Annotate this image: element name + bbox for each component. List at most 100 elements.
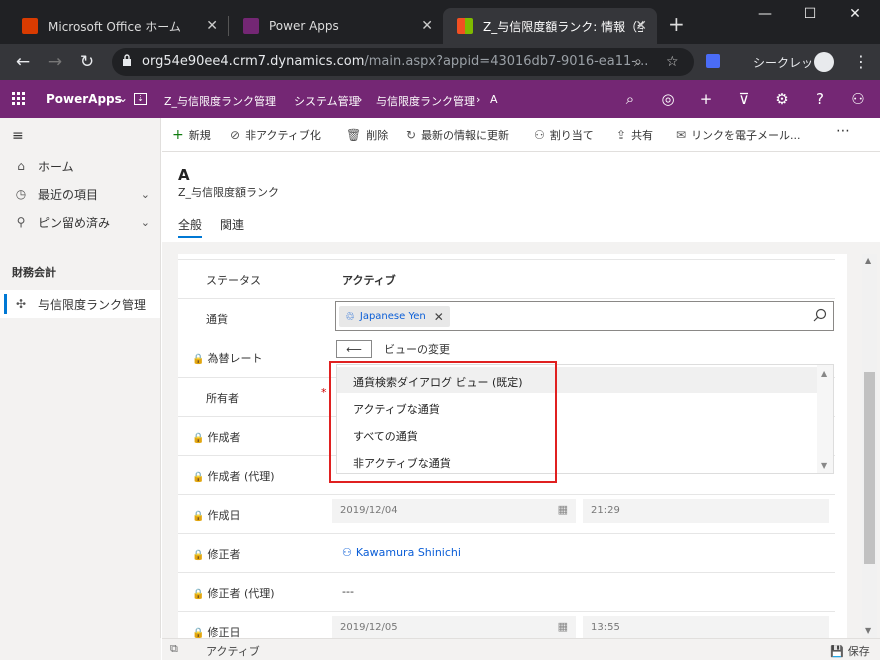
chevron-down-icon[interactable]: ⌄ (141, 188, 150, 201)
created-by-proxy-label: 🔒 作成者 (代理) (192, 468, 275, 484)
refresh-button[interactable]: ↻ 最新の情報に更新 (406, 127, 509, 143)
maximize-button[interactable]: ☐ (795, 6, 825, 22)
search-icon[interactable] (813, 308, 827, 325)
currency-icon: ♲ (345, 310, 355, 323)
forward-icon[interactable]: → (44, 52, 66, 72)
more-commands-icon[interactable]: ⋯ (836, 123, 850, 139)
status-value: アクティブ (342, 274, 396, 287)
tab-power-apps[interactable]: Power Apps ✕ (229, 8, 443, 44)
scroll-down-icon[interactable]: ▼ (821, 461, 827, 470)
scroll-up-icon[interactable]: ▲ (821, 369, 827, 378)
gear-icon[interactable]: ⚙ (772, 90, 792, 108)
tab-office-home[interactable]: Microsoft Office ホーム ✕ (8, 8, 228, 44)
close-icon[interactable]: ✕ (421, 18, 433, 34)
exchange-rate-label: 🔒 為替レート (192, 350, 262, 366)
view-option[interactable]: アクティブな通貨 (337, 394, 819, 420)
close-icon[interactable]: ✕ (434, 310, 444, 324)
minimize-button[interactable]: — (750, 6, 780, 22)
trash-icon: 🗑 (346, 128, 362, 142)
url-input[interactable]: org54e90ee4.crm7.dynamics.com/main.aspx?… (112, 48, 694, 76)
tab-active-record[interactable]: Z_与信限度額ランク: 情報（全 ✕ (443, 8, 657, 44)
sidebar-item-home[interactable]: ⌂ ホーム (0, 152, 160, 180)
chevron-right-icon: › (358, 93, 363, 106)
sidebar-item-credit-rank[interactable]: ✣ 与信限度ランク管理 (0, 290, 160, 318)
incognito-icon[interactable] (814, 52, 834, 72)
deactivate-button[interactable]: ⊘ 非アクティブ化 (230, 127, 321, 143)
sidebar-item-pinned[interactable]: ⚲ ピン留め済み ⌄ (0, 208, 160, 236)
search-icon[interactable]: ⌕ (620, 90, 640, 108)
app-name[interactable]: Z_与信限度ランク管理 (164, 93, 276, 109)
new-button[interactable]: + 新規 (172, 127, 211, 143)
sidebar-item-label: 最近の項目 (38, 187, 99, 202)
reload-icon[interactable]: ↻ (76, 52, 98, 72)
created-on-row: 🔒 作成日 2019/12/04 ▦ 21:29 (178, 494, 835, 533)
currency-lookup-input[interactable]: ♲ Japanese Yen ✕ (335, 301, 834, 331)
sidebar-item-label: 与信限度ランク管理 (38, 297, 147, 312)
email-link-button[interactable]: ✉ リンクを電子メール... (676, 127, 801, 143)
chevron-right-icon: › (476, 93, 481, 106)
lock-icon (123, 54, 131, 66)
scroll-up-icon[interactable]: ▲ (865, 256, 871, 265)
sidebar-footer (0, 638, 161, 660)
star-icon[interactable]: ☆ (666, 54, 679, 70)
page-scrollbar[interactable]: ▲ ▼ (862, 254, 877, 638)
record-entity-name: Z_与信限度額ランク (178, 186, 280, 199)
back-icon[interactable]: ← (12, 52, 34, 72)
footer-save-button[interactable]: 💾 保存 (830, 643, 870, 659)
email-link-button-label: リンクを電子メール... (691, 129, 801, 142)
close-icon[interactable]: ✕ (635, 18, 647, 34)
view-option[interactable]: 通貨検索ダイアログ ビュー (既定) (337, 367, 819, 393)
breadcrumb-entity[interactable]: 与信限度ランク管理 (376, 93, 475, 109)
view-option[interactable]: 非アクティブな通貨 (337, 448, 819, 474)
modified-by-value: Kawamura Shinichi (355, 546, 461, 559)
tab-related[interactable]: 関連 (220, 216, 244, 233)
help-icon[interactable]: ? (810, 90, 830, 108)
waffle-icon[interactable] (12, 92, 26, 106)
form-section: ステータス アクティブ 通貨 ♲ Japanese Yen ✕ ⟵ ビューの変更… (178, 254, 847, 644)
sidebar-item-recent[interactable]: ◷ 最近の項目 ⌄ (0, 180, 160, 208)
dropdown-scrollbar[interactable]: ▲ ▼ (817, 365, 833, 473)
created-on-label: 🔒 作成日 (192, 507, 240, 523)
extension-icon[interactable] (706, 54, 720, 68)
brand-name[interactable]: PowerApps (46, 92, 122, 106)
chevron-down-icon[interactable]: ⌄ (118, 91, 128, 105)
zoom-icon[interactable]: ⌕ (634, 54, 642, 70)
assign-button[interactable]: ⚇ 割り当て (534, 127, 594, 143)
hamburger-icon[interactable]: ≡ (12, 128, 24, 144)
modified-by-link[interactable]: ⚇ Kawamura Shinichi (342, 546, 461, 559)
sidebar-item-label: ピン留め済み (38, 215, 111, 230)
lock-icon: 🔒 (192, 550, 205, 561)
status-row: ステータス アクティブ (178, 259, 835, 298)
created-on-date: 2019/12/04 (340, 505, 398, 516)
close-window-button[interactable]: ✕ (840, 6, 870, 22)
modified-by-row: 🔒 修正者 ⚇ Kawamura Shinichi (178, 533, 835, 572)
scrollbar-thumb[interactable] (864, 372, 875, 564)
breadcrumb-area[interactable]: システム管理 (294, 93, 360, 109)
currency-chip[interactable]: ♲ Japanese Yen ✕ (339, 306, 450, 327)
created-on-time-field: 21:29 (583, 499, 829, 523)
plus-icon[interactable]: + (696, 90, 716, 108)
sidebar-group-title: 財務会計 (12, 266, 56, 279)
more-icon[interactable]: ⋮ (853, 52, 869, 71)
chevron-down-icon[interactable]: ⌄ (141, 216, 150, 229)
refresh-button-label: 最新の情報に更新 (421, 129, 510, 142)
new-tab-button[interactable]: + (668, 14, 685, 34)
exchange-rate-text: 為替レート (207, 352, 263, 365)
filter-icon[interactable]: ⊽ (734, 90, 754, 108)
currency-chip-label: Japanese Yen (359, 311, 426, 322)
scroll-down-icon[interactable]: ▼ (865, 626, 871, 635)
delete-button[interactable]: 🗑 削除 (346, 127, 388, 143)
task-icon[interactable]: ◎ (658, 90, 678, 108)
view-option[interactable]: すべての通貨 (337, 421, 819, 447)
popout-icon[interactable]: ⧉ (170, 642, 178, 656)
share-button[interactable]: ⇪ 共有 (616, 127, 653, 143)
close-icon[interactable]: ✕ (206, 18, 218, 34)
user-icon[interactable]: ⚇ (848, 90, 868, 108)
tab-title: Power Apps (269, 19, 339, 33)
tab-general[interactable]: 全般 (178, 216, 203, 238)
sitemap-icon[interactable]: ⇣ (134, 93, 147, 105)
footer-status: アクティブ (206, 645, 260, 658)
share-icon: ⇪ (616, 128, 627, 142)
new-button-label: 新規 (188, 129, 211, 142)
lock-icon: 🔒 (192, 589, 205, 600)
